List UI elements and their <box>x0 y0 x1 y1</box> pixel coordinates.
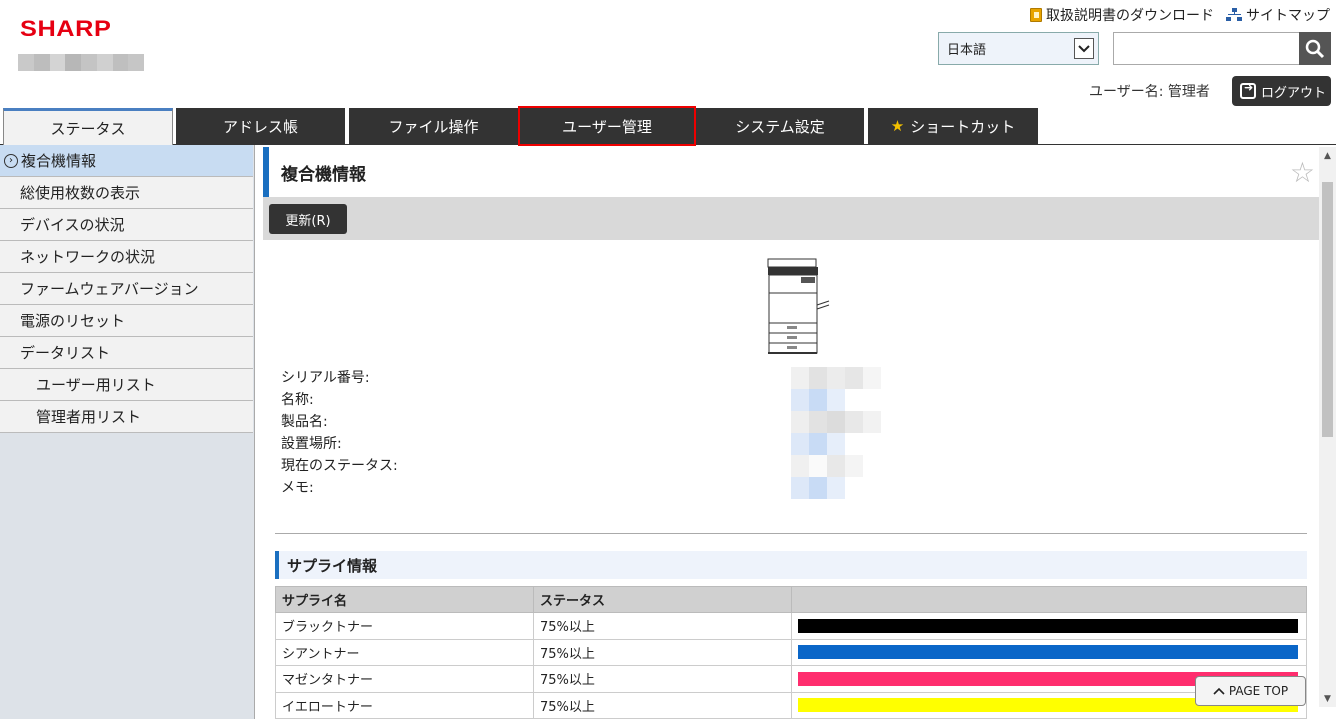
supply-status: 75%以上 <box>533 638 792 666</box>
manual-download-label: 取扱説明書のダウンロード <box>1046 8 1214 24</box>
top-links: 取扱説明書のダウンロード サイトマップ <box>1030 5 1330 25</box>
table-row: ブラックトナー 75%以上 <box>275 612 1307 640</box>
tab-system-settings[interactable]: システム設定 <box>696 108 864 144</box>
tab-file-operations[interactable]: ファイル操作 <box>349 108 518 144</box>
device-info-labels: シリアル番号: 名称: 製品名: 設置場所: 現在のステータス: メモ: <box>281 367 398 499</box>
chevron-down-icon <box>1074 38 1094 59</box>
page-top-button[interactable]: PAGE TOP <box>1195 676 1306 706</box>
sidebar-item-device-info[interactable]: › 複合機情報 <box>0 145 253 177</box>
user-name-label: ユーザー名: 管理者 <box>1089 84 1210 100</box>
supply-name: マゼンタトナー <box>275 665 534 693</box>
supply-level-header <box>791 586 1307 613</box>
manual-download-link[interactable]: 取扱説明書のダウンロード <box>1030 5 1214 25</box>
supply-table: サプライ名 ステータス ブラックトナー 75%以上 シアントナー 75%以上 マ… <box>275 586 1307 719</box>
sitemap-icon <box>1226 8 1242 22</box>
name-label: 名称: <box>281 392 314 408</box>
scroll-down-icon[interactable]: ▼ <box>1319 690 1336 707</box>
manual-book-icon <box>1030 8 1042 22</box>
tab-shortcut[interactable]: ★ ショートカット <box>868 108 1038 144</box>
printer-image <box>767 258 830 354</box>
page-top-label: PAGE TOP <box>1228 684 1289 698</box>
sidebar-item-admin-list[interactable]: 管理者用リスト <box>0 401 253 433</box>
tab-user-management[interactable]: ユーザー管理 <box>518 106 696 146</box>
chevron-up-icon <box>1213 687 1225 695</box>
sidebar-item-total-count[interactable]: 総使用枚数の表示 <box>0 177 253 209</box>
product-name-label: 製品名: <box>281 414 328 430</box>
scroll-up-icon[interactable]: ▲ <box>1319 147 1336 164</box>
supply-status: 75%以上 <box>533 612 792 640</box>
logout-icon <box>1240 81 1256 99</box>
sidebar-item-device-status[interactable]: デバイスの状況 <box>0 209 253 241</box>
page-title-bar: 複合機情報 ☆ <box>263 147 1319 197</box>
supply-name: ブラックトナー <box>275 612 534 640</box>
masked-device-name <box>18 54 144 71</box>
tab-shortcut-label: ショートカット <box>910 117 1016 136</box>
refresh-button[interactable]: 更新(R) <box>269 204 347 234</box>
sidebar-item-user-list[interactable]: ユーザー用リスト <box>0 369 253 401</box>
main-tabs: ステータス アドレス帳 ファイル操作 ユーザー管理 システム設定 ★ ショートカ… <box>0 106 1336 146</box>
sharp-logo[interactable]: SHARP <box>20 16 111 42</box>
tab-address-book[interactable]: アドレス帳 <box>176 108 345 144</box>
table-row: シアントナー 75%以上 <box>275 638 1307 666</box>
sidebar-item-data-list[interactable]: データリスト <box>0 337 253 369</box>
sitemap-label: サイトマップ <box>1246 8 1330 24</box>
supply-name: イエロートナー <box>275 691 534 719</box>
supply-section-title: サプライ情報 <box>275 551 1307 579</box>
header: SHARP 取扱説明書のダウンロード サイトマップ 日本語 ユーザー名: 管理者 <box>0 0 1336 108</box>
sidebar-item-power-reset[interactable]: 電源のリセット <box>0 305 253 337</box>
sidebar: › 複合機情報 総使用枚数の表示 デバイスの状況 ネットワークの状況 ファームウ… <box>0 145 255 719</box>
black-toner-bar <box>798 618 1298 633</box>
sidebar-item-label: 複合機情報 <box>21 152 97 170</box>
logout-button[interactable]: ログアウト <box>1232 76 1331 106</box>
location-label: 設置場所: <box>281 436 342 452</box>
sidebar-item-network-status[interactable]: ネットワークの状況 <box>0 241 253 273</box>
supply-status: 75%以上 <box>533 665 792 693</box>
supply-status-header: ステータス <box>533 586 792 613</box>
page-title: 複合機情報 <box>281 164 366 185</box>
favorite-star-icon[interactable]: ☆ <box>1290 156 1315 189</box>
refresh-bar: 更新(R) <box>263 197 1319 240</box>
serial-number-label: シリアル番号: <box>281 370 370 386</box>
search-icon <box>1305 39 1325 58</box>
current-status-label: 現在のステータス: <box>281 458 398 474</box>
language-select[interactable]: 日本語 <box>938 32 1099 65</box>
supply-name-header: サプライ名 <box>275 586 534 613</box>
search-button[interactable] <box>1299 32 1331 65</box>
table-row: マゼンタトナー 75%以上 <box>275 665 1307 693</box>
chevron-right-icon: › <box>4 153 18 168</box>
section-divider <box>275 533 1307 534</box>
main-content: 複合機情報 ☆ 更新(R) シリアル番号: 名称: 製品名: 設置場所: 現在の… <box>263 147 1319 719</box>
star-icon: ★ <box>890 117 905 135</box>
sitemap-link[interactable]: サイトマップ <box>1226 5 1330 25</box>
language-value: 日本語 <box>947 43 987 58</box>
memo-label: メモ: <box>281 480 314 496</box>
logout-label: ログアウト <box>1261 85 1327 101</box>
masked-info-values <box>791 367 881 499</box>
cyan-toner-bar <box>798 645 1298 660</box>
supply-name: シアントナー <box>275 638 534 666</box>
search-input[interactable] <box>1113 32 1300 65</box>
table-row: イエロートナー 75%以上 <box>275 691 1307 719</box>
tab-status[interactable]: ステータス <box>3 108 173 145</box>
vertical-scrollbar[interactable]: ▲ ▼ <box>1319 147 1336 707</box>
sidebar-item-firmware[interactable]: ファームウェアバージョン <box>0 273 253 305</box>
scroll-thumb[interactable] <box>1322 182 1333 437</box>
supply-status: 75%以上 <box>533 691 792 719</box>
